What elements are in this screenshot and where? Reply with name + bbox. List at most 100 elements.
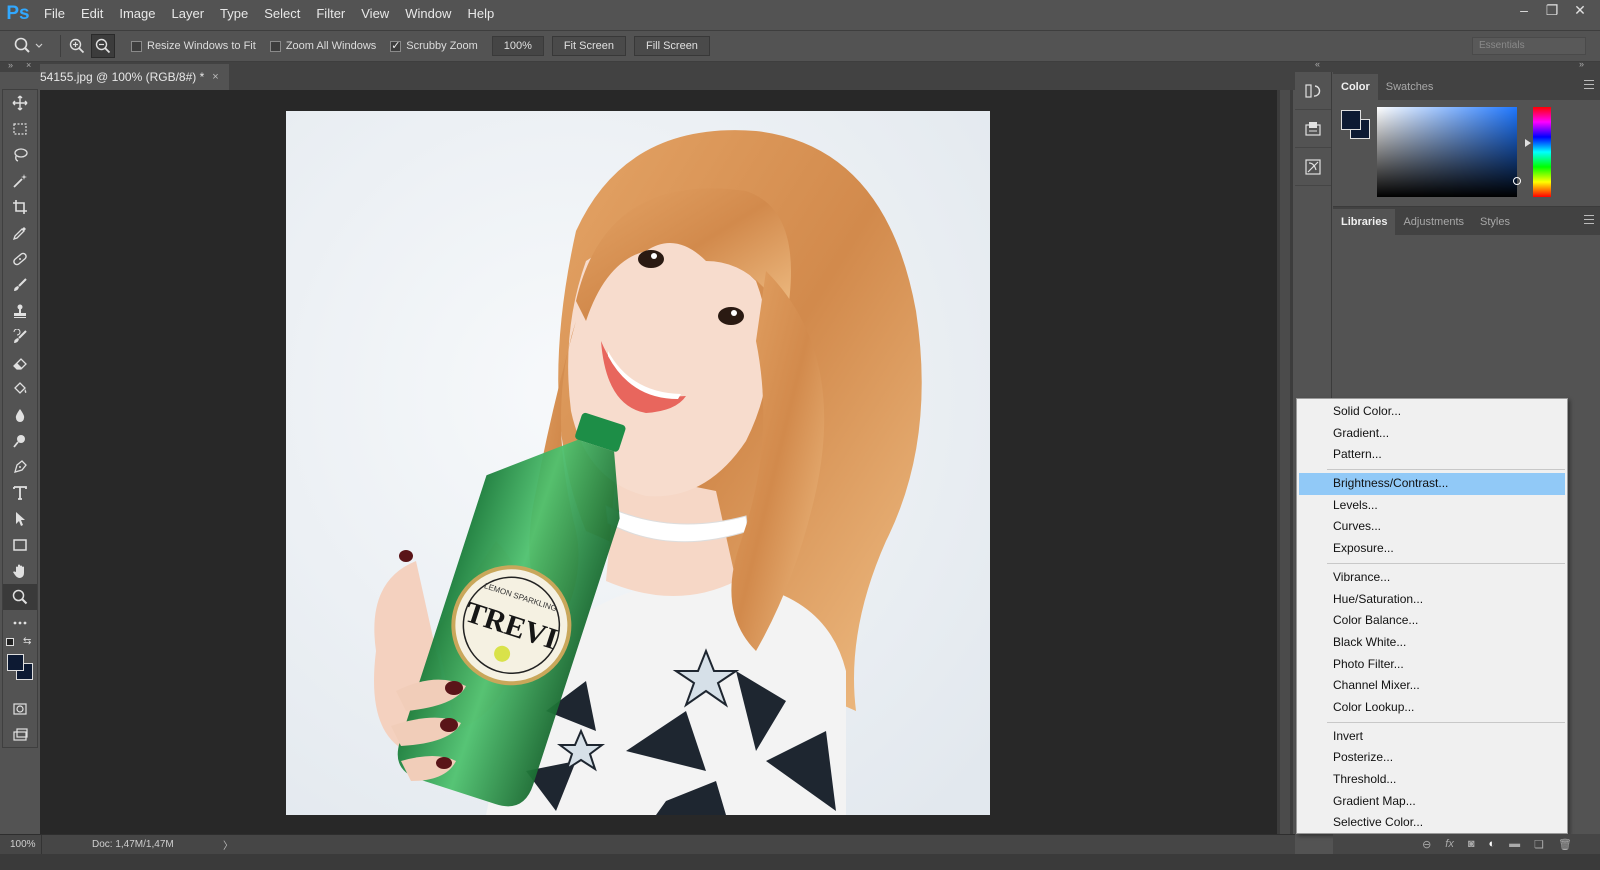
marquee-tool[interactable] <box>3 116 37 142</box>
menu-help[interactable]: Help <box>459 0 502 28</box>
adjustment-layer-icon[interactable]: ◐ <box>1489 838 1496 850</box>
paint-bucket-tool[interactable] <box>3 376 37 402</box>
tab-adjustments[interactable]: Adjustments <box>1395 209 1472 235</box>
menu-item-color-balance[interactable]: Color Balance... <box>1299 610 1565 632</box>
zoom-tool[interactable] <box>3 584 37 610</box>
delete-layer-icon[interactable]: 🗑 <box>1558 838 1572 851</box>
link-layers-icon[interactable]: ⊖ <box>1422 838 1431 851</box>
zoom-level-field[interactable]: 100% <box>491 36 544 56</box>
eraser-tool[interactable] <box>3 350 37 376</box>
zoom-out-button[interactable] <box>91 34 115 58</box>
menu-item-selective-color[interactable]: Selective Color... <box>1299 812 1565 834</box>
menu-item-black-white[interactable]: Black White... <box>1299 632 1565 654</box>
menu-item-levels[interactable]: Levels... <box>1299 495 1565 517</box>
workspace-switcher[interactable]: Essentials <box>1472 37 1586 55</box>
path-selection-tool[interactable] <box>3 506 37 532</box>
hand-tool[interactable] <box>3 558 37 584</box>
foreground-color-chip[interactable] <box>1341 110 1361 130</box>
document-tab[interactable]: 54155.jpg @ 100% (RGB/8#) * × <box>40 64 229 90</box>
menu-edit[interactable]: Edit <box>73 0 111 28</box>
menu-item-posterize[interactable]: Posterize... <box>1299 747 1565 769</box>
close-panel-icon[interactable]: × <box>26 60 31 70</box>
menu-select[interactable]: Select <box>256 0 308 28</box>
brush-tool[interactable] <box>3 272 37 298</box>
magic-wand-tool[interactable] <box>3 168 37 194</box>
edit-toolbar-button[interactable] <box>3 610 37 636</box>
fit-screen-button[interactable]: Fit Screen <box>551 36 626 56</box>
new-group-icon[interactable]: ▬ <box>1509 838 1520 850</box>
menu-item-hue-saturation[interactable]: Hue/Saturation... <box>1299 589 1565 611</box>
quick-mask-button[interactable] <box>3 696 37 722</box>
vertical-scrollbar[interactable] <box>1277 90 1293 834</box>
menu-file[interactable]: File <box>36 0 73 28</box>
restore-icon[interactable]: ❐ <box>1538 0 1566 20</box>
expand-dock-icon[interactable]: » <box>1579 59 1584 69</box>
menu-item-gradient[interactable]: Gradient... <box>1299 423 1565 445</box>
collapse-dock-icon[interactable]: « <box>1315 59 1320 69</box>
menu-item-threshold[interactable]: Threshold... <box>1299 769 1565 791</box>
foreground-color-swatch[interactable] <box>7 654 24 671</box>
blur-tool[interactable] <box>3 402 37 428</box>
panel-menu-icon[interactable] <box>1584 80 1594 89</box>
minimize-icon[interactable]: – <box>1510 0 1538 20</box>
rectangle-tool[interactable] <box>3 532 37 558</box>
healing-brush-tool[interactable] <box>3 246 37 272</box>
menu-item-exposure[interactable]: Exposure... <box>1299 538 1565 560</box>
hue-slider-arrow[interactable] <box>1525 139 1531 147</box>
crop-tool[interactable] <box>3 194 37 220</box>
tab-swatches[interactable]: Swatches <box>1378 74 1442 100</box>
menu-layer[interactable]: Layer <box>164 0 213 28</box>
default-colors-icon[interactable] <box>6 638 14 646</box>
zoom-in-button[interactable] <box>65 34 89 58</box>
close-icon[interactable]: ✕ <box>1566 0 1594 20</box>
eyedropper-tool[interactable] <box>3 220 37 246</box>
history-brush-tool[interactable] <box>3 324 37 350</box>
tab-color[interactable]: Color <box>1333 74 1378 100</box>
menu-view[interactable]: View <box>353 0 397 28</box>
fill-screen-button[interactable]: Fill Screen <box>633 36 710 56</box>
history-panel-button[interactable] <box>1295 72 1331 110</box>
menu-item-brightness-contrast[interactable]: Brightness/Contrast... <box>1299 473 1565 495</box>
status-zoom[interactable]: 100% <box>0 834 42 855</box>
lasso-tool[interactable] <box>3 142 37 168</box>
menu-item-invert[interactable]: Invert <box>1299 726 1565 748</box>
tab-libraries[interactable]: Libraries <box>1333 209 1396 235</box>
zoom-all-windows-checkbox[interactable]: Zoom All Windows <box>269 40 376 52</box>
menu-item-photo-filter[interactable]: Photo Filter... <box>1299 654 1565 676</box>
menu-image[interactable]: Image <box>111 0 163 28</box>
menu-item-color-lookup[interactable]: Color Lookup... <box>1299 697 1565 719</box>
collapse-icon[interactable]: » <box>8 60 13 70</box>
panel-menu-icon[interactable] <box>1584 215 1594 224</box>
dodge-tool[interactable] <box>3 428 37 454</box>
menu-type[interactable]: Type <box>212 0 256 28</box>
pen-tool[interactable] <box>3 454 37 480</box>
screen-mode-button[interactable] <box>3 722 37 748</box>
tools-panel-header[interactable]: » × <box>0 60 40 72</box>
document-canvas-image[interactable]: TREVI LEMON SPARKLING <box>286 111 990 815</box>
new-layer-icon[interactable]: ❏ <box>1534 838 1544 851</box>
color-picker-ring[interactable] <box>1513 177 1521 185</box>
close-tab-icon[interactable]: × <box>212 64 218 90</box>
menu-filter[interactable]: Filter <box>308 0 353 28</box>
menu-item-vibrance[interactable]: Vibrance... <box>1299 567 1565 589</box>
properties-panel-button[interactable] <box>1295 110 1331 148</box>
swap-colors-icon[interactable]: ⇆ <box>23 636 31 647</box>
color-spectrum-field[interactable] <box>1377 107 1521 197</box>
paths-panel-button[interactable] <box>1295 148 1331 186</box>
layer-style-icon[interactable]: fx <box>1445 838 1454 850</box>
move-tool[interactable] <box>3 90 37 116</box>
menu-item-gradient-map[interactable]: Gradient Map... <box>1299 791 1565 813</box>
type-tool[interactable] <box>3 480 37 506</box>
menu-item-channel-mixer[interactable]: Channel Mixer... <box>1299 675 1565 697</box>
tool-preset-picker[interactable] <box>0 31 56 61</box>
clone-stamp-tool[interactable] <box>3 298 37 324</box>
add-mask-icon[interactable]: ◙ <box>1468 838 1475 850</box>
hue-slider[interactable] <box>1533 107 1551 197</box>
dock-header[interactable]: « » <box>1295 59 1600 72</box>
scrubby-zoom-checkbox[interactable]: Scrubby Zoom <box>390 39 478 52</box>
menu-item-pattern[interactable]: Pattern... <box>1299 444 1565 466</box>
scrollbar-thumb[interactable] <box>1280 90 1290 834</box>
menu-window[interactable]: Window <box>397 0 459 28</box>
resize-windows-checkbox[interactable]: Resize Windows to Fit <box>131 40 256 52</box>
status-menu-arrow[interactable]: 〉 <box>223 837 233 852</box>
